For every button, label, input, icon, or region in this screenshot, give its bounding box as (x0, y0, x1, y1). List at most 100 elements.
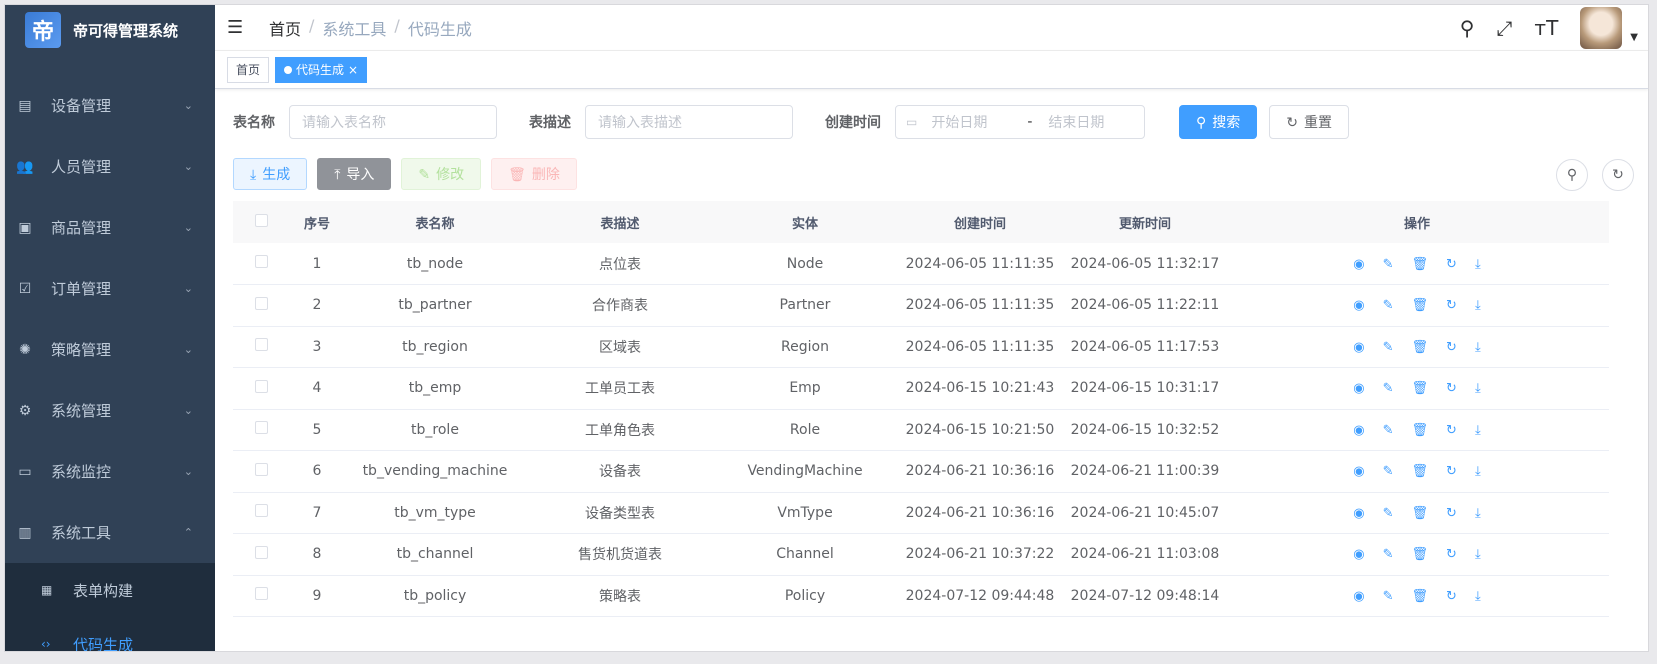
preview-icon[interactable]: ◉ (1353, 423, 1364, 438)
trash-icon[interactable]: 🗑 (1412, 464, 1429, 479)
caret-down-icon[interactable]: ▼ (1630, 32, 1638, 43)
search-button[interactable]: ⚲ 搜索 (1179, 105, 1258, 139)
sidebar-item-code-gen[interactable]: ‹› 代码生成 (5, 617, 215, 652)
edit-icon[interactable]: ✎ (1383, 589, 1394, 604)
row-checkbox[interactable] (254, 545, 268, 559)
row-select-cell[interactable] (233, 367, 289, 410)
sidebar-item-order[interactable]: ☑ 订单管理 ⌄ (5, 258, 215, 319)
fullscreen-icon[interactable]: ⤢ (1496, 16, 1512, 40)
row-checkbox[interactable] (254, 379, 268, 393)
edit-icon[interactable]: ✎ (1383, 506, 1394, 521)
trash-icon[interactable]: 🗑 (1412, 298, 1429, 313)
row-checkbox[interactable] (254, 462, 268, 476)
tag-code-gen[interactable]: 代码生成 × (275, 56, 368, 83)
delete-button[interactable]: 🗑 删除 (491, 158, 577, 190)
sync-icon[interactable]: ↻ (1446, 589, 1457, 604)
edit-icon[interactable]: ✎ (1383, 547, 1394, 562)
edit-icon[interactable]: ✎ (1383, 257, 1394, 272)
preview-icon[interactable]: ◉ (1353, 257, 1364, 272)
preview-icon[interactable]: ◉ (1353, 547, 1364, 562)
select-all-checkbox[interactable] (254, 213, 268, 227)
preview-icon[interactable]: ◉ (1353, 464, 1364, 479)
row-select-cell[interactable] (233, 284, 289, 327)
download-icon[interactable]: ⤓ (1475, 298, 1481, 313)
preview-icon[interactable]: ◉ (1353, 506, 1364, 521)
sidebar-item-tools[interactable]: ▥ 系统工具 ⌃ (5, 502, 215, 563)
avatar[interactable] (1580, 7, 1623, 49)
import-button[interactable]: ⤒ 导入 (317, 158, 392, 190)
sync-icon[interactable]: ↻ (1446, 423, 1457, 438)
row-select-cell[interactable] (233, 575, 289, 617)
trash-icon[interactable]: 🗑 (1412, 381, 1429, 396)
download-icon[interactable]: ⤓ (1475, 506, 1481, 521)
sync-icon[interactable]: ↻ (1446, 506, 1457, 521)
preview-icon[interactable]: ◉ (1353, 340, 1364, 355)
breadcrumb-home[interactable]: 首页 (269, 16, 301, 40)
row-checkbox[interactable] (254, 338, 268, 352)
sidebar-item-monitor[interactable]: ▭ 系统监控 ⌄ (5, 441, 215, 502)
download-icon[interactable]: ⤓ (1475, 464, 1481, 479)
preview-icon[interactable]: ◉ (1353, 381, 1364, 396)
trash-icon[interactable]: 🗑 (1412, 506, 1429, 521)
cell-desc: 点位表 (525, 243, 715, 285)
sidebar-item-people[interactable]: 👥 人员管理 ⌄ (5, 136, 215, 197)
row-checkbox[interactable] (254, 587, 268, 601)
download-icon[interactable]: ⤓ (1475, 257, 1481, 272)
table-desc-input[interactable] (585, 105, 793, 139)
edit-button[interactable]: ✎ 修改 (401, 158, 482, 190)
sidebar-item-form-builder[interactable]: ▦ 表单构建 (5, 563, 215, 617)
row-checkbox[interactable] (254, 421, 268, 435)
preview-icon[interactable]: ◉ (1353, 298, 1364, 313)
preview-icon[interactable]: ◉ (1353, 589, 1364, 604)
row-select-cell[interactable] (233, 450, 289, 493)
row-select-cell[interactable] (233, 533, 289, 576)
sidebar-item-system[interactable]: ⚙ 系统管理 ⌄ (5, 380, 215, 441)
sync-icon[interactable]: ↻ (1446, 381, 1457, 396)
row-checkbox[interactable] (254, 255, 268, 268)
row-checkbox[interactable] (254, 504, 268, 518)
sidebar-item-strategy[interactable]: ✺ 策略管理 ⌄ (5, 319, 215, 380)
edit-icon[interactable]: ✎ (1383, 298, 1394, 313)
start-date-input[interactable]: 开始日期 (931, 112, 1011, 132)
font-size-icon[interactable]: тT (1534, 16, 1558, 40)
trash-icon[interactable]: 🗑 (1412, 340, 1429, 355)
close-icon[interactable]: × (348, 63, 358, 77)
table-name-input[interactable] (289, 105, 497, 139)
row-select-cell[interactable] (233, 492, 289, 534)
edit-icon[interactable]: ✎ (1383, 423, 1394, 438)
trash-icon[interactable]: 🗑 (1412, 547, 1429, 562)
select-all-cell[interactable] (233, 201, 289, 243)
sync-icon[interactable]: ↻ (1446, 464, 1457, 479)
download-icon[interactable]: ⤓ (1475, 423, 1481, 438)
row-select-cell[interactable] (233, 243, 289, 285)
end-date-input[interactable]: 结束日期 (1048, 112, 1104, 132)
trash-icon[interactable]: 🗑 (1412, 257, 1429, 272)
sync-icon[interactable]: ↻ (1446, 547, 1457, 562)
edit-icon[interactable]: ✎ (1383, 340, 1394, 355)
download-icon[interactable]: ⤓ (1475, 340, 1481, 355)
edit-icon[interactable]: ✎ (1383, 381, 1394, 396)
hamburger-icon[interactable]: ☰ (227, 17, 245, 38)
trash-icon[interactable]: 🗑 (1412, 589, 1429, 604)
date-range-picker[interactable]: ▭ 开始日期 - 结束日期 (895, 105, 1145, 139)
row-checkbox[interactable] (254, 296, 268, 310)
tag-home[interactable]: 首页 (227, 56, 270, 83)
generate-button[interactable]: ⤓ 生成 (233, 158, 308, 190)
sync-icon[interactable]: ↻ (1446, 257, 1457, 272)
refresh-table-icon[interactable]: ↻ (1602, 159, 1634, 191)
trash-icon[interactable]: 🗑 (1412, 423, 1429, 438)
sync-icon[interactable]: ↻ (1446, 340, 1457, 355)
download-icon[interactable]: ⤓ (1475, 547, 1481, 562)
sidebar-item-device[interactable]: ▤ 设备管理 ⌄ (5, 75, 215, 136)
sidebar-item-goods[interactable]: ▣ 商品管理 ⌄ (5, 197, 215, 258)
row-select-cell[interactable] (233, 409, 289, 451)
toggle-search-icon[interactable]: ⚲ (1556, 159, 1588, 191)
edit-icon[interactable]: ✎ (1383, 464, 1394, 479)
row-select-cell[interactable] (233, 326, 289, 368)
download-icon[interactable]: ⤓ (1475, 381, 1481, 396)
search-icon[interactable]: ⚲ (1460, 16, 1475, 40)
reset-button[interactable]: ↻ 重置 (1269, 105, 1349, 139)
sync-icon[interactable]: ↻ (1446, 298, 1457, 313)
logo[interactable]: 帝 帝可得管理系统 (5, 5, 215, 55)
download-icon[interactable]: ⤓ (1475, 589, 1481, 604)
